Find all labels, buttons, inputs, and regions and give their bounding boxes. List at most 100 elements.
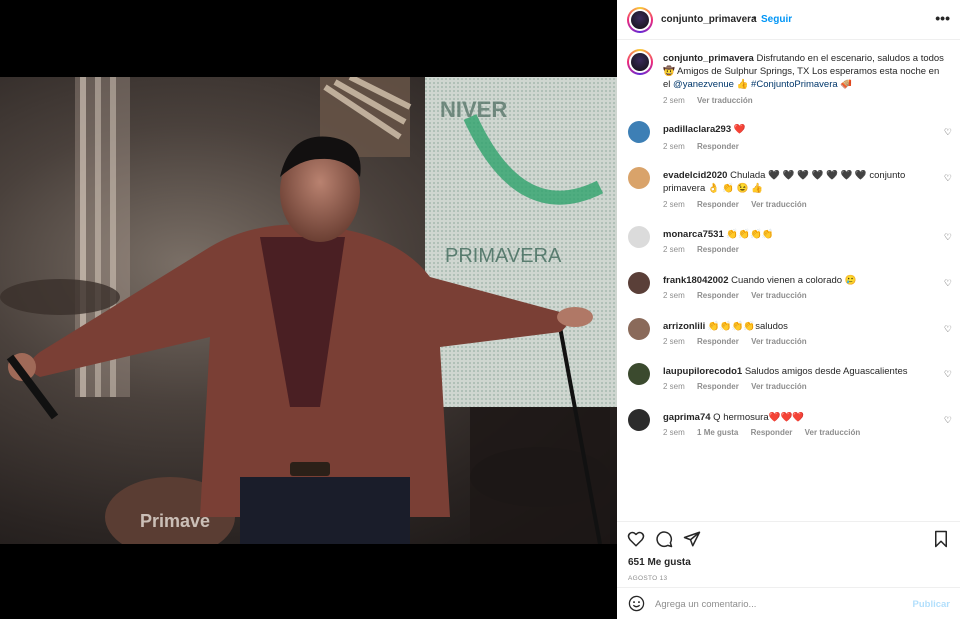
- comment-text: Q hermosura: [713, 412, 769, 423]
- post-side-panel: conjunto_primavera • Seguir ••• conjunto…: [617, 0, 960, 619]
- post-caption: conjunto_primavera Disfrutando en el esc…: [617, 41, 960, 113]
- comment-item: monarca7531 👏👏👏👏 2 sem Responder ♡: [617, 226, 960, 272]
- comment-time: 2 sem: [663, 245, 685, 254]
- comment-username[interactable]: padillaclara293: [663, 124, 731, 135]
- translate-link[interactable]: Ver traducción: [805, 428, 861, 437]
- comment-like-heart-icon[interactable]: ♡: [944, 232, 952, 243]
- more-options-icon[interactable]: •••: [935, 10, 950, 26]
- instagram-post-modal: NIVER PRIMAVERA Primave conjunto_primave…: [0, 0, 960, 619]
- comment-meta: 2 sem Responder Ver traducción: [663, 291, 817, 300]
- post-header: conjunto_primavera • Seguir •••: [617, 0, 960, 40]
- post-author-username[interactable]: conjunto_primavera: [661, 14, 757, 25]
- comment-emoji: ❤️❤️❤️: [768, 412, 805, 423]
- share-icon[interactable]: [683, 530, 701, 548]
- comment-text-block: laupupilorecodo1 Saludos amigos desde Ag…: [663, 365, 947, 378]
- reply-button[interactable]: Responder: [697, 142, 739, 151]
- likes-count[interactable]: 651 Me gusta: [628, 557, 691, 568]
- heart-icon[interactable]: [627, 530, 645, 548]
- commenter-avatar[interactable]: [628, 272, 650, 294]
- translate-link[interactable]: Ver traducción: [751, 382, 807, 391]
- comment-like-heart-icon[interactable]: ♡: [944, 369, 952, 380]
- caption-text-block: conjunto_primavera Disfrutando en el esc…: [663, 52, 947, 91]
- comment-meta: 2 sem Responder Ver traducción: [663, 200, 817, 209]
- commenter-avatar[interactable]: [628, 226, 650, 248]
- comment-time: 2 sem: [663, 337, 685, 346]
- commenter-avatar[interactable]: [628, 318, 650, 340]
- comment-item: gaprima74 Q hermosura❤️❤️❤️ 2 sem 1 Me g…: [617, 409, 960, 455]
- comment-username[interactable]: laupupilorecodo1: [663, 366, 742, 377]
- comment-username[interactable]: monarca7531: [663, 229, 724, 240]
- comment-username[interactable]: evadelcid2020: [663, 170, 727, 181]
- comment-meta: 2 sem Responder: [663, 245, 749, 254]
- reply-button[interactable]: Responder: [697, 200, 739, 209]
- comment-text-block: monarca7531 👏👏👏👏: [663, 228, 947, 241]
- commenter-avatar[interactable]: [628, 121, 650, 143]
- translate-link[interactable]: Ver traducción: [751, 291, 807, 300]
- comment-item: laupupilorecodo1 Saludos amigos desde Ag…: [617, 363, 960, 409]
- comment-text: Saludos amigos desde Aguascalientes: [744, 366, 908, 377]
- reply-button[interactable]: Responder: [697, 245, 739, 254]
- comment-item: frank18042002 Cuando vienen a colorado 🥲…: [617, 272, 960, 318]
- caption-avatar[interactable]: [627, 49, 653, 75]
- comment-text: Cuando vienen a colorado 🥲: [731, 275, 857, 286]
- add-comment-bar: Publicar: [617, 587, 960, 619]
- publish-button[interactable]: Publicar: [913, 599, 951, 610]
- comment-time: 2 sem: [663, 200, 685, 209]
- comment-text-block: gaprima74 Q hermosura❤️❤️❤️: [663, 411, 947, 424]
- comment-text: 👏👏👏👏: [726, 229, 774, 240]
- comment-like-heart-icon[interactable]: ♡: [944, 173, 952, 184]
- comment-meta: 2 sem 1 Me gusta Responder Ver traducció…: [663, 428, 870, 437]
- comment-meta: 2 sem Responder Ver traducción: [663, 337, 817, 346]
- caption-text-3: 👍: [733, 79, 752, 90]
- post-date[interactable]: AGOSTO 13: [628, 575, 667, 582]
- comment-like-heart-icon[interactable]: ♡: [944, 324, 952, 335]
- reply-button[interactable]: Responder: [751, 428, 793, 437]
- comment-like-heart-icon[interactable]: ♡: [944, 415, 952, 426]
- comment-text-block: padillaclara293 ❤️: [663, 123, 947, 136]
- translate-link[interactable]: Ver traducción: [751, 200, 807, 209]
- comment-emoji: ❤️: [733, 124, 746, 135]
- comment-like-heart-icon[interactable]: ♡: [944, 127, 952, 138]
- commenter-avatar[interactable]: [628, 363, 650, 385]
- comment-icon[interactable]: [655, 530, 673, 548]
- comment-like-heart-icon[interactable]: ♡: [944, 278, 952, 289]
- commenter-avatar[interactable]: [628, 167, 650, 189]
- separator-dot: •: [753, 13, 757, 24]
- follow-button[interactable]: Seguir: [761, 14, 792, 25]
- reply-button[interactable]: Responder: [697, 382, 739, 391]
- comment-item: arrizonlili 👏👏👏👏saludos 2 sem Responder …: [617, 318, 960, 364]
- comments-list[interactable]: conjunto_primavera Disfrutando en el esc…: [617, 41, 960, 521]
- caption-time: 2 sem: [663, 96, 685, 105]
- svg-text:NIVER: NIVER: [440, 97, 507, 122]
- comment-item: padillaclara293 ❤️ 2 sem Responder ♡: [617, 121, 960, 167]
- reply-button[interactable]: Responder: [697, 337, 739, 346]
- caption-text-4: 🪗: [837, 79, 853, 90]
- comment-item: evadelcid2020 Chulada 🖤 🖤 🖤 🖤 🖤 🖤 🖤 conj…: [617, 167, 960, 213]
- comment-time: 2 sem: [663, 291, 685, 300]
- caption-mention-link[interactable]: @yanezvenue: [673, 79, 734, 90]
- bookmark-icon[interactable]: [932, 530, 950, 548]
- comment-time: 2 sem: [663, 428, 685, 437]
- comment-text-block: arrizonlili 👏👏👏👏saludos: [663, 320, 947, 333]
- svg-text:PRIMAVERA: PRIMAVERA: [445, 245, 562, 267]
- comment-username[interactable]: gaprima74: [663, 412, 711, 423]
- comment-time: 2 sem: [663, 382, 685, 391]
- translate-link[interactable]: Ver traducción: [697, 96, 753, 105]
- reply-button[interactable]: Responder: [697, 291, 739, 300]
- translate-link[interactable]: Ver traducción: [751, 337, 807, 346]
- comment-text-block: evadelcid2020 Chulada 🖤 🖤 🖤 🖤 🖤 🖤 🖤 conj…: [663, 169, 947, 195]
- commenter-avatar[interactable]: [628, 409, 650, 431]
- post-photo[interactable]: NIVER PRIMAVERA Primave: [0, 77, 617, 544]
- caption-hashtag-link[interactable]: #ConjuntoPrimavera: [751, 79, 838, 90]
- comment-time: 2 sem: [663, 142, 685, 151]
- comment-text: 👏👏👏👏saludos: [707, 321, 788, 332]
- comment-username[interactable]: frank18042002: [663, 275, 729, 286]
- svg-text:Primave: Primave: [140, 511, 210, 531]
- post-actions-bar: [617, 521, 960, 555]
- avatar[interactable]: [627, 7, 653, 33]
- comment-likes-count[interactable]: 1 Me gusta: [697, 428, 738, 437]
- smiley-icon[interactable]: [628, 595, 645, 612]
- comment-username[interactable]: arrizonlili: [663, 321, 705, 332]
- caption-username[interactable]: conjunto_primavera: [663, 53, 754, 64]
- comment-input[interactable]: [655, 595, 905, 613]
